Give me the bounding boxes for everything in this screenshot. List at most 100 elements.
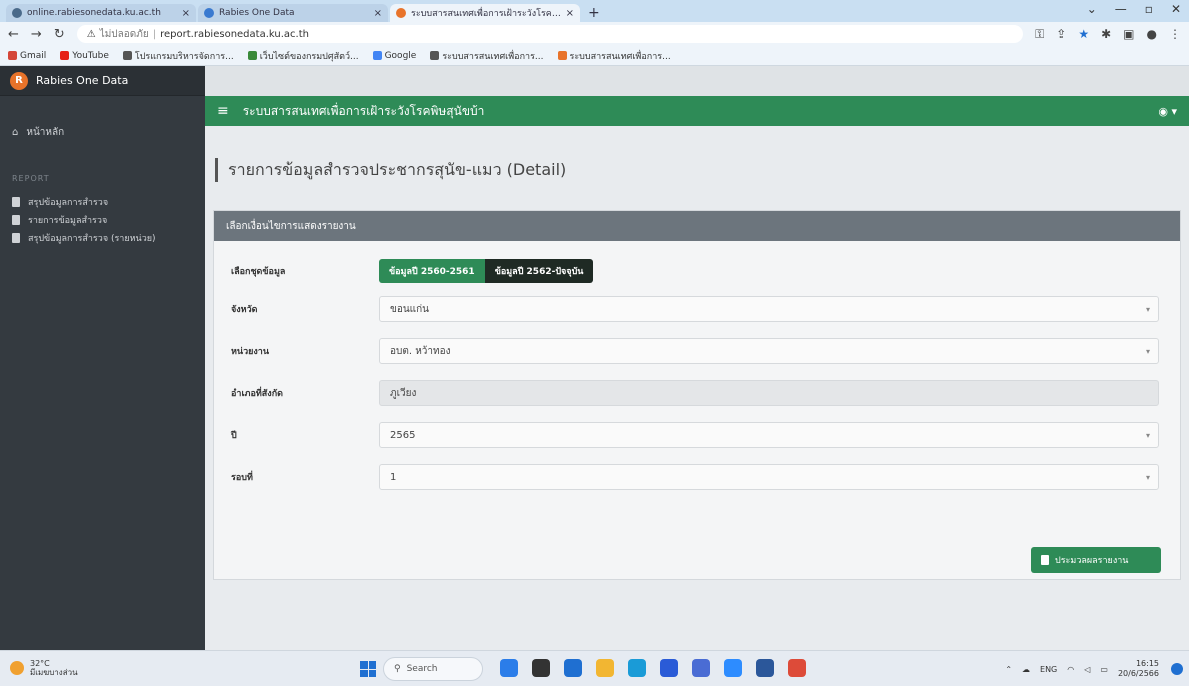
- taskbar-search-input[interactable]: ⚲ Search: [383, 657, 483, 681]
- file-icon: [1041, 555, 1049, 565]
- chevron-up-icon[interactable]: ⌃: [1005, 665, 1012, 674]
- tab-favicon-icon: [12, 8, 22, 18]
- browser-tab-bar: online.rabiesonedata.ku.ac.th × Rabies O…: [0, 0, 1189, 22]
- sidebar-item-label: สรุปข้อมูลการสำรวจ: [28, 198, 109, 208]
- bookmark-item[interactable]: ระบบสารสนเทศเพื่อการ...: [430, 49, 544, 63]
- file-explorer-icon[interactable]: [596, 659, 614, 677]
- bookmarks-bar: Gmail YouTube โปรแกรมบริหารจัดการ... เว็…: [0, 46, 1189, 66]
- weather-sun-icon: [10, 661, 24, 675]
- volume-icon[interactable]: ◁: [1084, 665, 1090, 674]
- google-icon: [372, 51, 382, 60]
- url-input[interactable]: ⚠ ไม่ปลอดภัย | report.rabiesonedata.ku.a…: [76, 25, 1024, 43]
- back-arrow-icon[interactable]: ←: [8, 27, 19, 42]
- sidebar-item-survey-summary-by-unit[interactable]: สรุปข้อมูลการสำรวจ (รายหน่วย): [0, 229, 205, 247]
- windows-start-icon[interactable]: [360, 661, 376, 677]
- weather-widget[interactable]: 32°C มีเมฆบางส่วน: [10, 659, 78, 677]
- clock[interactable]: 16:15 20/6/2566: [1118, 659, 1159, 679]
- bookmark-item[interactable]: เว็บไซต์ของกรมปศุสัตว์...: [247, 49, 359, 63]
- zoom-icon[interactable]: [724, 659, 742, 677]
- globe-icon: [122, 51, 132, 60]
- user-circle-icon[interactable]: ◉ ▾: [1158, 105, 1177, 118]
- maximize-icon[interactable]: ▫: [1145, 2, 1153, 16]
- kebab-menu-icon[interactable]: ⋮: [1169, 27, 1181, 42]
- tab-favicon-icon: [396, 8, 406, 18]
- share-icon[interactable]: ⇪: [1056, 27, 1066, 42]
- extensions-icon[interactable]: ✱: [1101, 27, 1111, 42]
- profile-icon[interactable]: ●: [1147, 27, 1157, 42]
- browser-toolbar-icons: ⚿ ⇪ ★ ✱ ▣ ● ⋮: [1035, 27, 1181, 42]
- sidebar-item-survey-summary[interactable]: สรุปข้อมูลการสำรวจ: [0, 193, 205, 211]
- page-title: รายการข้อมูลสำรวจประชากรสุนัข-แมว (Detai…: [215, 158, 566, 182]
- edge-icon[interactable]: [628, 659, 646, 677]
- chevron-down-icon[interactable]: ⌄: [1087, 2, 1097, 16]
- reload-icon[interactable]: ↻: [54, 27, 65, 42]
- task-view-icon[interactable]: [532, 659, 550, 677]
- system-tray: ⌃ ☁ ENG ◠ ◁ ▭ 16:15 20/6/2566: [1005, 659, 1159, 679]
- browser-tab-2[interactable]: Rabies One Data ×: [198, 4, 388, 22]
- dataset-button-group: ข้อมูลปี 2560-2561 ข้อมูลปี 2562-ปัจจุบั…: [379, 259, 594, 283]
- new-tab-button[interactable]: +: [588, 4, 600, 22]
- hamburger-menu-icon[interactable]: ≡: [217, 103, 229, 119]
- wifi-icon[interactable]: ◠: [1067, 665, 1074, 674]
- weather-desc: มีเมฆบางส่วน: [30, 668, 78, 677]
- bing-icon[interactable]: [500, 659, 518, 677]
- chrome-icon[interactable]: [788, 659, 806, 677]
- tab-close-icon[interactable]: ×: [182, 8, 190, 19]
- filter-card: เลือกเงื่อนไขการแสดงรายงาน เลือกชุดข้อมู…: [213, 210, 1181, 580]
- dataset-row: เลือกชุดข้อมูล ข้อมูลปี 2560-2561 ข้อมูล…: [214, 259, 1182, 283]
- word-icon[interactable]: [756, 659, 774, 677]
- sidebar-item-home[interactable]: ⌂ หน้าหลัก: [0, 122, 205, 142]
- filter-card-title: เลือกเงื่อนไขการแสดงรายงาน: [214, 211, 1180, 241]
- agency-row: หน่วยงาน อบต. หว้าทอง ▾: [214, 338, 1182, 364]
- gmail-icon: [8, 51, 17, 60]
- store-icon[interactable]: [660, 659, 678, 677]
- file-icon: [12, 197, 20, 207]
- battery-icon[interactable]: ▭: [1100, 665, 1108, 674]
- dataset-2560-2561-button[interactable]: ข้อมูลปี 2560-2561: [379, 259, 485, 283]
- sidebar-item-label: รายการข้อมูลสำรวจ: [28, 216, 108, 226]
- district-label: อำเภอที่สังกัด: [231, 389, 283, 399]
- bookmark-gmail[interactable]: Gmail: [8, 51, 46, 61]
- tab-close-icon[interactable]: ×: [566, 8, 574, 19]
- key-icon[interactable]: ⚿: [1035, 27, 1044, 42]
- bookmark-youtube[interactable]: YouTube: [60, 51, 109, 61]
- minimize-icon[interactable]: —: [1115, 2, 1127, 16]
- language-indicator[interactable]: ENG: [1040, 665, 1057, 674]
- sidepanel-icon[interactable]: ▣: [1123, 27, 1134, 42]
- forward-arrow-icon[interactable]: →: [31, 27, 42, 42]
- main-content: รายการข้อมูลสำรวจประชากรสุนัข-แมว (Detai…: [205, 126, 1189, 650]
- rabies-logo-icon: R: [10, 71, 28, 90]
- bookmark-google[interactable]: Google: [372, 51, 416, 61]
- agency-label: หน่วยงาน: [231, 347, 270, 357]
- file-icon: [12, 233, 20, 243]
- year-select[interactable]: 2565 ▾: [379, 422, 1159, 448]
- province-label: จังหวัด: [231, 305, 258, 315]
- browser-tab-3[interactable]: ระบบสารสนเทศเพื่อการเฝ้าระวังโรคพิษสุนัข…: [390, 4, 580, 22]
- window-controls: ⌄ — ▫ ✕: [1087, 2, 1181, 16]
- sidebar-item-survey-list[interactable]: รายการข้อมูลสำรวจ: [0, 211, 205, 229]
- url-text: report.rabiesonedata.ku.ac.th: [160, 28, 309, 40]
- chevron-down-icon: ▾: [1145, 346, 1150, 356]
- cloud-icon[interactable]: ☁: [1022, 665, 1030, 674]
- bookmark-item[interactable]: โปรแกรมบริหารจัดการ...: [122, 49, 234, 63]
- warning-icon: ⚠: [86, 28, 96, 40]
- app-icon[interactable]: [692, 659, 710, 677]
- province-select[interactable]: ขอนแก่น ▾: [379, 296, 1159, 322]
- process-report-button[interactable]: ประมวลผลรายงาน: [1031, 547, 1161, 573]
- meet-icon[interactable]: [564, 659, 582, 677]
- brand[interactable]: R Rabies One Data: [0, 66, 205, 96]
- round-row: รอบที่ 1 ▾: [214, 464, 1182, 490]
- bookmark-item[interactable]: ระบบสารสนเทศเพื่อการ...: [557, 49, 671, 63]
- address-bar-row: ← → ↻ ⚠ ไม่ปลอดภัย | report.rabiesonedat…: [0, 22, 1189, 46]
- tab-favicon-icon: [204, 8, 214, 18]
- star-icon[interactable]: ★: [1078, 27, 1089, 42]
- close-icon[interactable]: ✕: [1171, 2, 1181, 16]
- notification-icon[interactable]: [1171, 663, 1183, 675]
- round-select[interactable]: 1 ▾: [379, 464, 1159, 490]
- tab-close-icon[interactable]: ×: [374, 8, 382, 19]
- agency-select[interactable]: อบต. หว้าทอง ▾: [379, 338, 1159, 364]
- dataset-2562-current-button[interactable]: ข้อมูลปี 2562-ปัจจุบัน: [484, 259, 594, 283]
- browser-tab-1[interactable]: online.rabiesonedata.ku.ac.th ×: [6, 4, 196, 22]
- sidebar-section-report: REPORT: [12, 174, 50, 183]
- file-icon: [12, 215, 20, 225]
